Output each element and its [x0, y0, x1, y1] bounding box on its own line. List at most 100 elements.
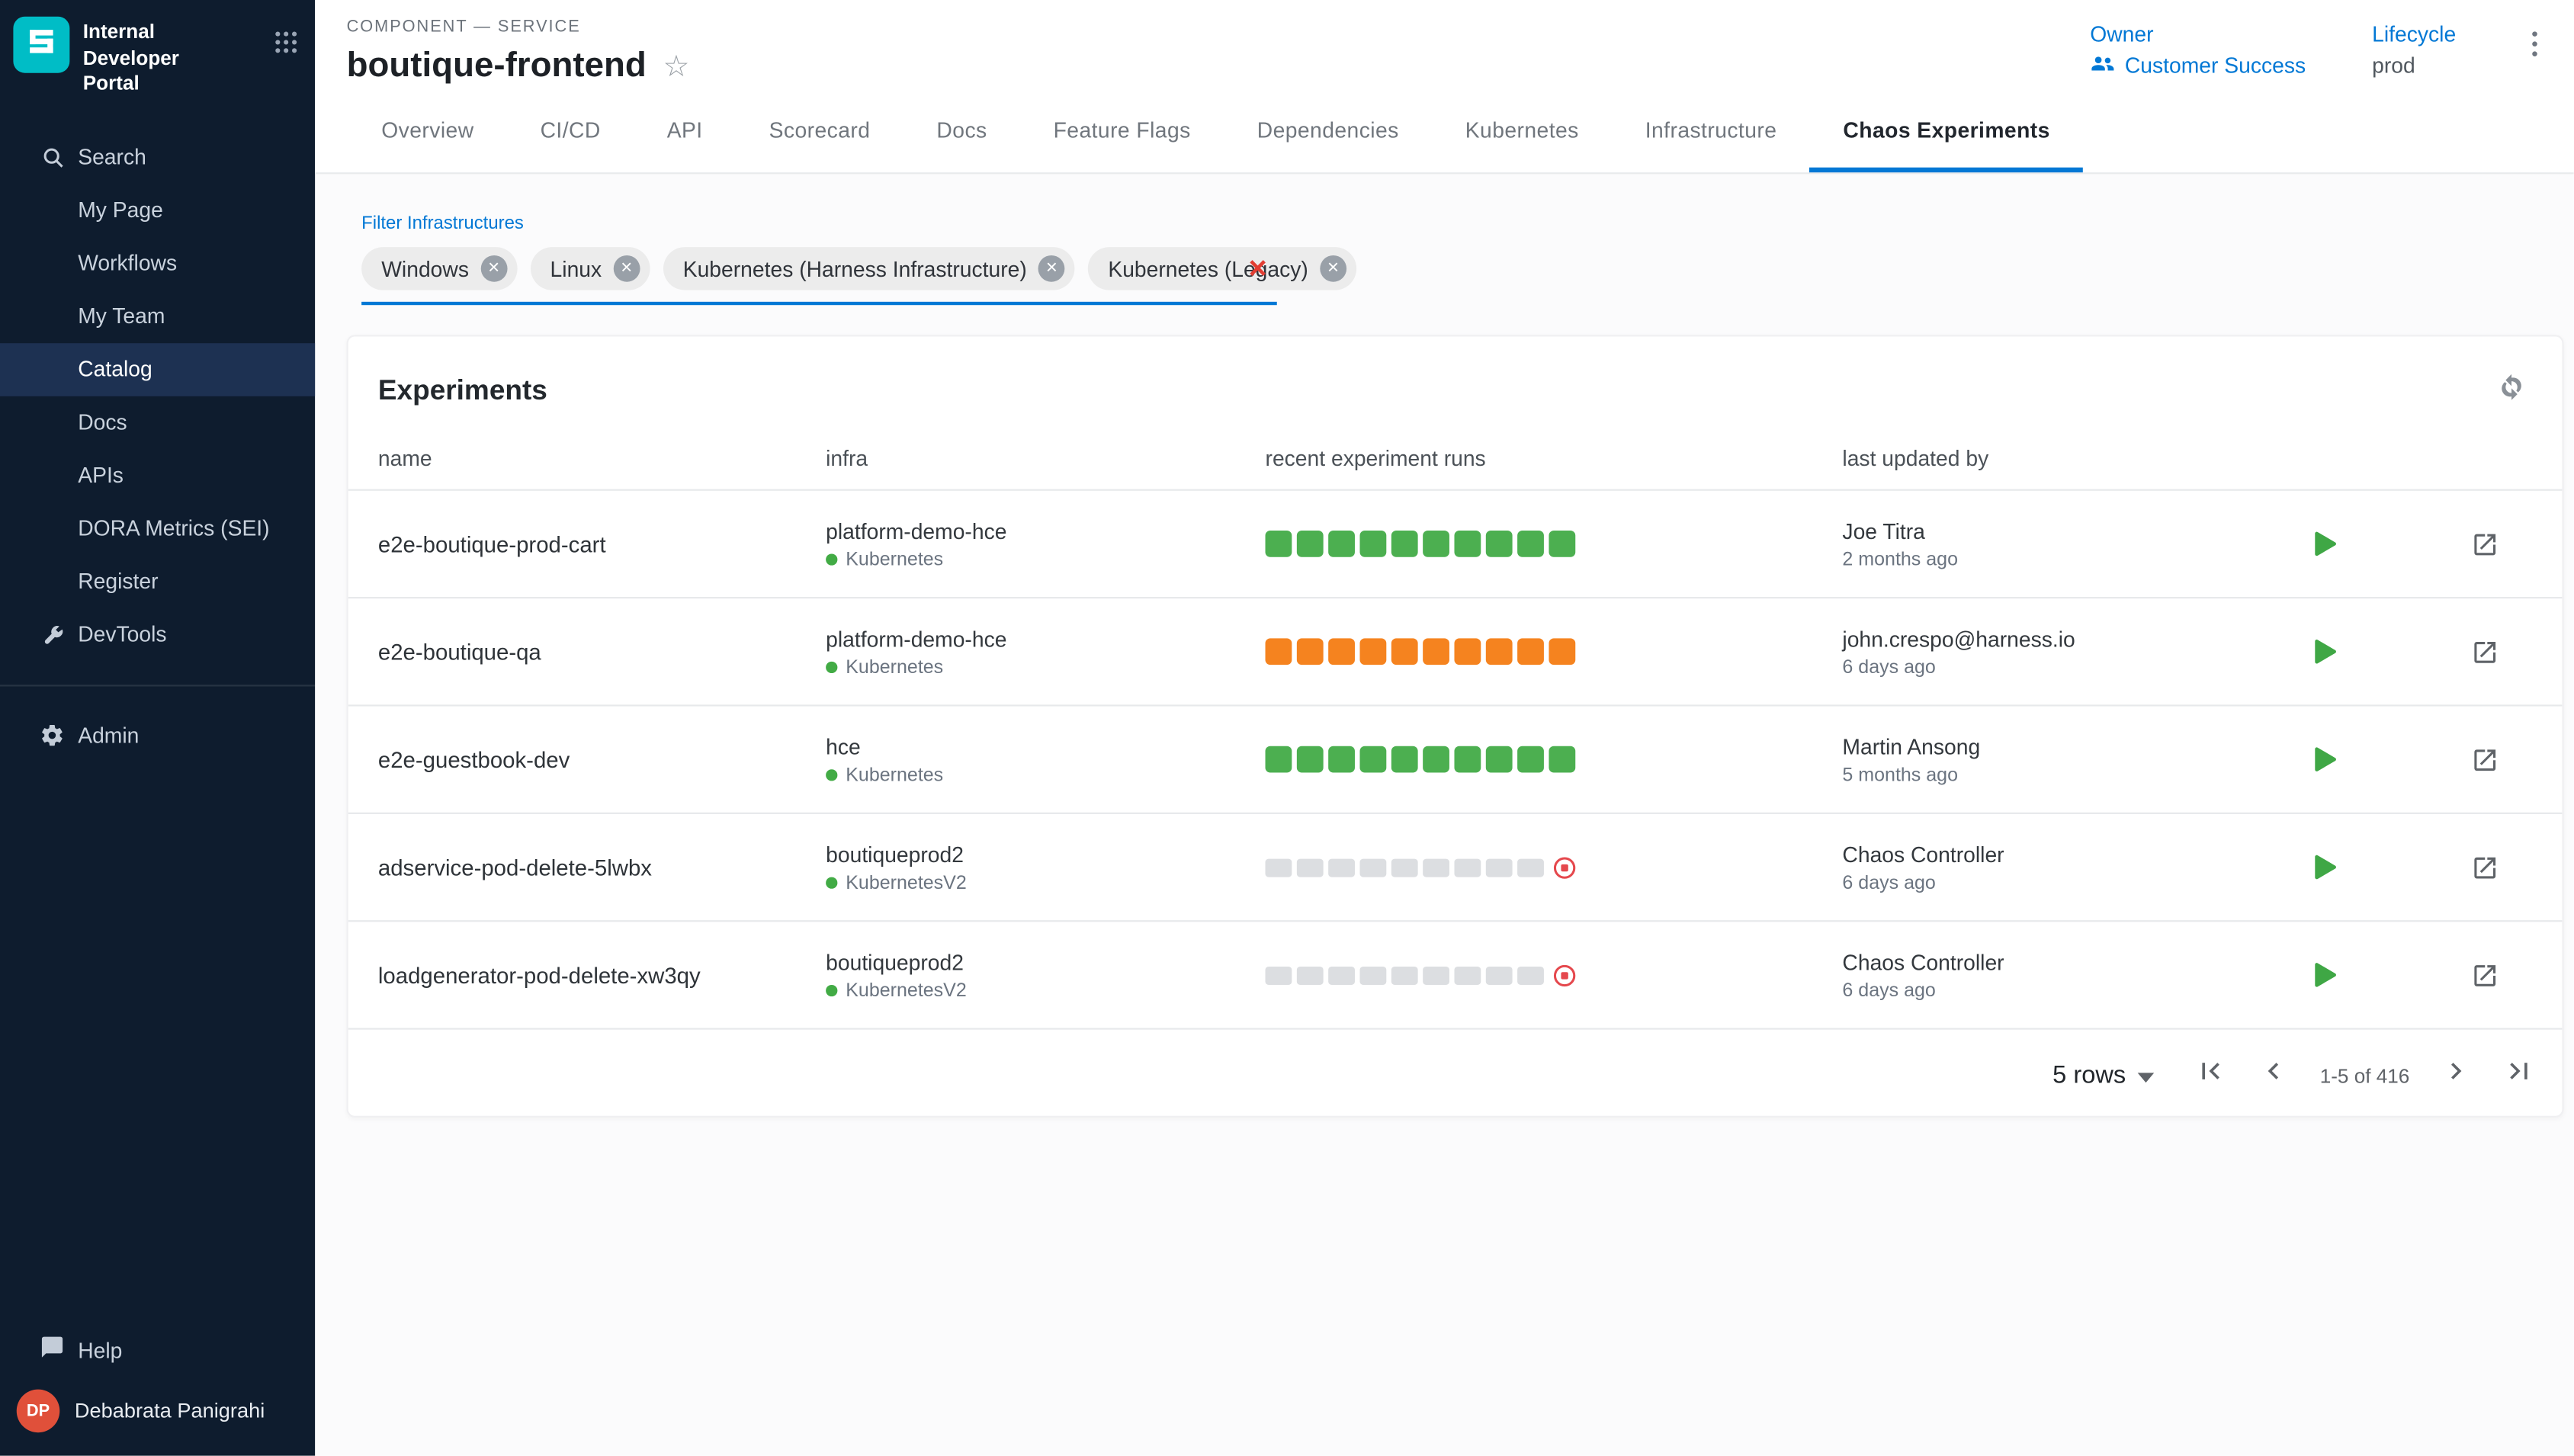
table-row[interactable]: e2e-guestbook-devhceKubernetesMartin Ans…	[348, 707, 2563, 814]
table-row[interactable]: e2e-boutique-qaplatform-demo-hceKubernet…	[348, 598, 2563, 706]
user-profile[interactable]: DP Debabrata Panigrahi	[0, 1377, 315, 1443]
run-square	[1486, 531, 1513, 557]
run-experiment-button[interactable]	[2313, 531, 2336, 557]
open-in-new-icon[interactable]	[2471, 961, 2499, 989]
sidebar-item-my-page[interactable]: My Page	[0, 184, 315, 237]
tab-kubernetes[interactable]: Kubernetes	[1432, 86, 1612, 172]
run-square	[1486, 746, 1513, 773]
owner-value-link[interactable]: Customer Success	[2125, 53, 2306, 79]
run-square	[1423, 531, 1449, 557]
experiment-name: e2e-guestbook-dev	[378, 747, 826, 772]
tab-docs[interactable]: Docs	[903, 86, 1020, 172]
tab-label: Scorecard	[769, 117, 871, 142]
rows-per-page-label: 5 rows	[2052, 1061, 2126, 1089]
experiment-infra: boutiqueprod2KubernetesV2	[826, 949, 1265, 1000]
user-name: Debabrata Panigrahi	[75, 1400, 265, 1422]
chip-close-icon[interactable]: ×	[480, 255, 507, 282]
run-square	[1266, 638, 1292, 665]
run-squares	[1266, 746, 1843, 773]
table-row[interactable]: adservice-pod-delete-5lwbxboutiqueprod2K…	[348, 814, 2563, 922]
chip-close-icon[interactable]: ×	[1320, 255, 1346, 282]
sidebar-item-label: Docs	[78, 410, 127, 435]
apps-grid-icon[interactable]	[274, 30, 299, 63]
row-actions	[2313, 853, 2562, 881]
sidebar-item-dora-metrics-sei[interactable]: DORA Metrics (SEI)	[0, 502, 315, 556]
harness-idp-logo[interactable]	[13, 17, 69, 73]
rows-per-page-select[interactable]: 5 rows	[2052, 1061, 2154, 1089]
tab-infrastructure[interactable]: Infrastructure	[1612, 86, 1810, 172]
star-icon[interactable]: ☆	[663, 51, 690, 81]
tab-feature-flags[interactable]: Feature Flags	[1020, 86, 1224, 172]
next-page-button[interactable]	[2439, 1054, 2473, 1095]
table-row[interactable]: e2e-boutique-prod-cartplatform-demo-hceK…	[348, 491, 2563, 598]
tab-ci-cd[interactable]: CI/CD	[507, 86, 634, 172]
chip-close-icon[interactable]: ×	[613, 255, 640, 282]
filter-chip-kubernetes-harness-infrastructure[interactable]: Kubernetes (Harness Infrastructure)×	[663, 247, 1075, 290]
kebab-menu-icon[interactable]	[2522, 25, 2547, 63]
open-in-new-icon[interactable]	[2471, 530, 2499, 558]
recent-runs	[1266, 963, 1843, 988]
clear-filter-icon[interactable]: ×	[1238, 253, 1276, 284]
filter-chip-kubernetes-legacy[interactable]: Kubernetes (Legacy)×	[1088, 247, 1356, 290]
updated-by: Joe Titra	[1842, 518, 2313, 544]
open-in-new-icon[interactable]	[2471, 853, 2499, 881]
run-square	[1486, 966, 1513, 984]
updated-when: 6 days ago	[1842, 657, 2313, 677]
filter-chip-windows[interactable]: Windows×	[361, 247, 517, 290]
entity-title-block: COMPONENT — SERVICE boutique-frontend ☆	[347, 18, 690, 86]
sidebar-item-label: APIs	[78, 463, 124, 488]
open-in-new-icon[interactable]	[2471, 637, 2499, 665]
tab-dependencies[interactable]: Dependencies	[1224, 86, 1432, 172]
tab-chaos-experiments[interactable]: Chaos Experiments	[1810, 86, 2083, 172]
run-experiment-button[interactable]	[2313, 962, 2336, 989]
row-actions	[2313, 637, 2562, 665]
first-page-button[interactable]	[2194, 1054, 2227, 1095]
entity-header: COMPONENT — SERVICE boutique-frontend ☆ …	[315, 0, 2573, 86]
chip-close-icon[interactable]: ×	[1038, 255, 1065, 282]
sidebar-item-label: Catalog	[78, 357, 152, 382]
table-row[interactable]: loadgenerator-pod-delete-xw3qyboutiquepr…	[348, 922, 2563, 1029]
run-experiment-button[interactable]	[2313, 746, 2336, 773]
tab-api[interactable]: API	[634, 86, 736, 172]
run-experiment-button[interactable]	[2313, 854, 2336, 880]
sidebar-item-docs[interactable]: Docs	[0, 396, 315, 449]
filter-input[interactable]: Windows× Linux× Kubernetes (Harness Infras…	[361, 247, 1277, 305]
sidebar-item-register[interactable]: Register	[0, 555, 315, 608]
infra-type-label: KubernetesV2	[846, 873, 967, 893]
gear-icon	[40, 723, 65, 749]
sidebar: Internal Developer Portal SearchMy PageW…	[0, 0, 315, 1456]
lifecycle-label: Lifecycle	[2372, 21, 2456, 47]
run-square	[1391, 638, 1418, 665]
sidebar-item-admin[interactable]: Admin	[0, 709, 315, 762]
open-in-new-icon[interactable]	[2471, 746, 2499, 774]
run-experiment-button[interactable]	[2313, 638, 2336, 665]
experiment-infra: platform-demo-hceKubernetes	[826, 518, 1265, 569]
infra-name: hce	[826, 733, 1265, 758]
column-header-infra: infra	[826, 446, 1265, 471]
sidebar-item-devtools[interactable]: DevTools	[0, 608, 315, 662]
refresh-icon[interactable]	[2498, 373, 2526, 409]
filter-chip-linux[interactable]: Linux×	[530, 247, 650, 290]
sidebar-item-workflows[interactable]: Workflows	[0, 237, 315, 290]
updated-by: Chaos Controller	[1842, 842, 2313, 867]
sidebar-item-search[interactable]: Search	[0, 130, 315, 184]
run-squares	[1266, 638, 1843, 665]
last-page-button[interactable]	[2502, 1054, 2536, 1095]
row-actions	[2313, 530, 2562, 558]
infrastructure-filter: Filter Infrastructures Windows×Linux×Kub…	[361, 214, 2573, 306]
tab-overview[interactable]: Overview	[348, 86, 507, 172]
entity-tabs: OverviewCI/CDAPI Scorecard DocsFeature Fla…	[315, 86, 2573, 174]
sidebar-nav: SearchMy PageWorkflowsMy Team Catalog Docs…	[0, 130, 315, 762]
page-title: boutique-frontend	[347, 47, 647, 86]
tab-scorecard[interactable]: Scorecard	[736, 86, 903, 172]
sidebar-item-catalog[interactable]: Catalog	[0, 343, 315, 396]
tab-label: Dependencies	[1257, 117, 1399, 142]
run-square	[1549, 531, 1575, 557]
owner-label: Owner	[2090, 21, 2306, 47]
sidebar-item-my-team[interactable]: My Team	[0, 290, 315, 343]
status-dot	[826, 553, 837, 565]
run-square	[1454, 858, 1481, 877]
sidebar-item-help[interactable]: Help	[0, 1323, 315, 1377]
prev-page-button[interactable]	[2257, 1054, 2290, 1095]
sidebar-item-apis[interactable]: APIs	[0, 449, 315, 502]
